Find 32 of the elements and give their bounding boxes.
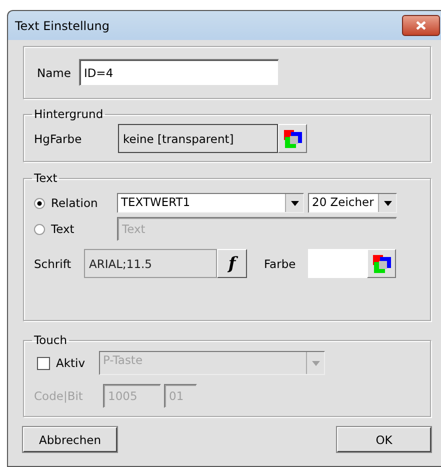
group-title: Hintergrund xyxy=(33,107,104,121)
group-title: Text xyxy=(33,171,58,185)
color-value-field: keine [transparent] xyxy=(118,124,278,153)
caret-icon xyxy=(384,200,392,206)
radio-button[interactable]: Text xyxy=(34,222,117,236)
relation-dropdown[interactable]: TEXTWERT1 xyxy=(117,193,304,213)
checkbox-indicator[interactable] xyxy=(37,356,50,370)
field-label: Farbe xyxy=(264,256,297,270)
close-icon xyxy=(416,21,426,30)
caret-icon xyxy=(312,360,320,366)
radio-indicator[interactable] xyxy=(34,224,45,234)
color-picker-button[interactable] xyxy=(278,124,307,153)
caret-icon xyxy=(290,200,298,206)
radio-button[interactable]: Relation xyxy=(34,196,117,210)
ok-button[interactable]: OK xyxy=(337,427,431,452)
field-label: Code|Bit xyxy=(34,389,84,403)
length-dropdown[interactable]: 20 Zeicher xyxy=(308,193,397,213)
name-field[interactable]: ID=4 xyxy=(78,59,279,86)
window-title: Text Einstellung xyxy=(15,18,110,32)
color-squares-icon xyxy=(372,254,392,274)
group-title: Touch xyxy=(33,333,68,347)
field-label: Name xyxy=(37,66,71,80)
cancel-button[interactable]: Abbrechen xyxy=(23,427,117,452)
field-label: HgFarbe xyxy=(34,132,83,146)
color-picker-button[interactable] xyxy=(367,249,396,278)
color-squares-icon xyxy=(282,128,302,148)
font-button[interactable]: f xyxy=(217,249,247,278)
font-value-field: ARIAL;11.5 xyxy=(84,249,217,278)
field-label: Schrift xyxy=(34,256,72,270)
radio-indicator[interactable] xyxy=(34,198,45,208)
close-button[interactable] xyxy=(402,15,440,36)
checkbox[interactable]: Aktiv xyxy=(34,356,99,370)
